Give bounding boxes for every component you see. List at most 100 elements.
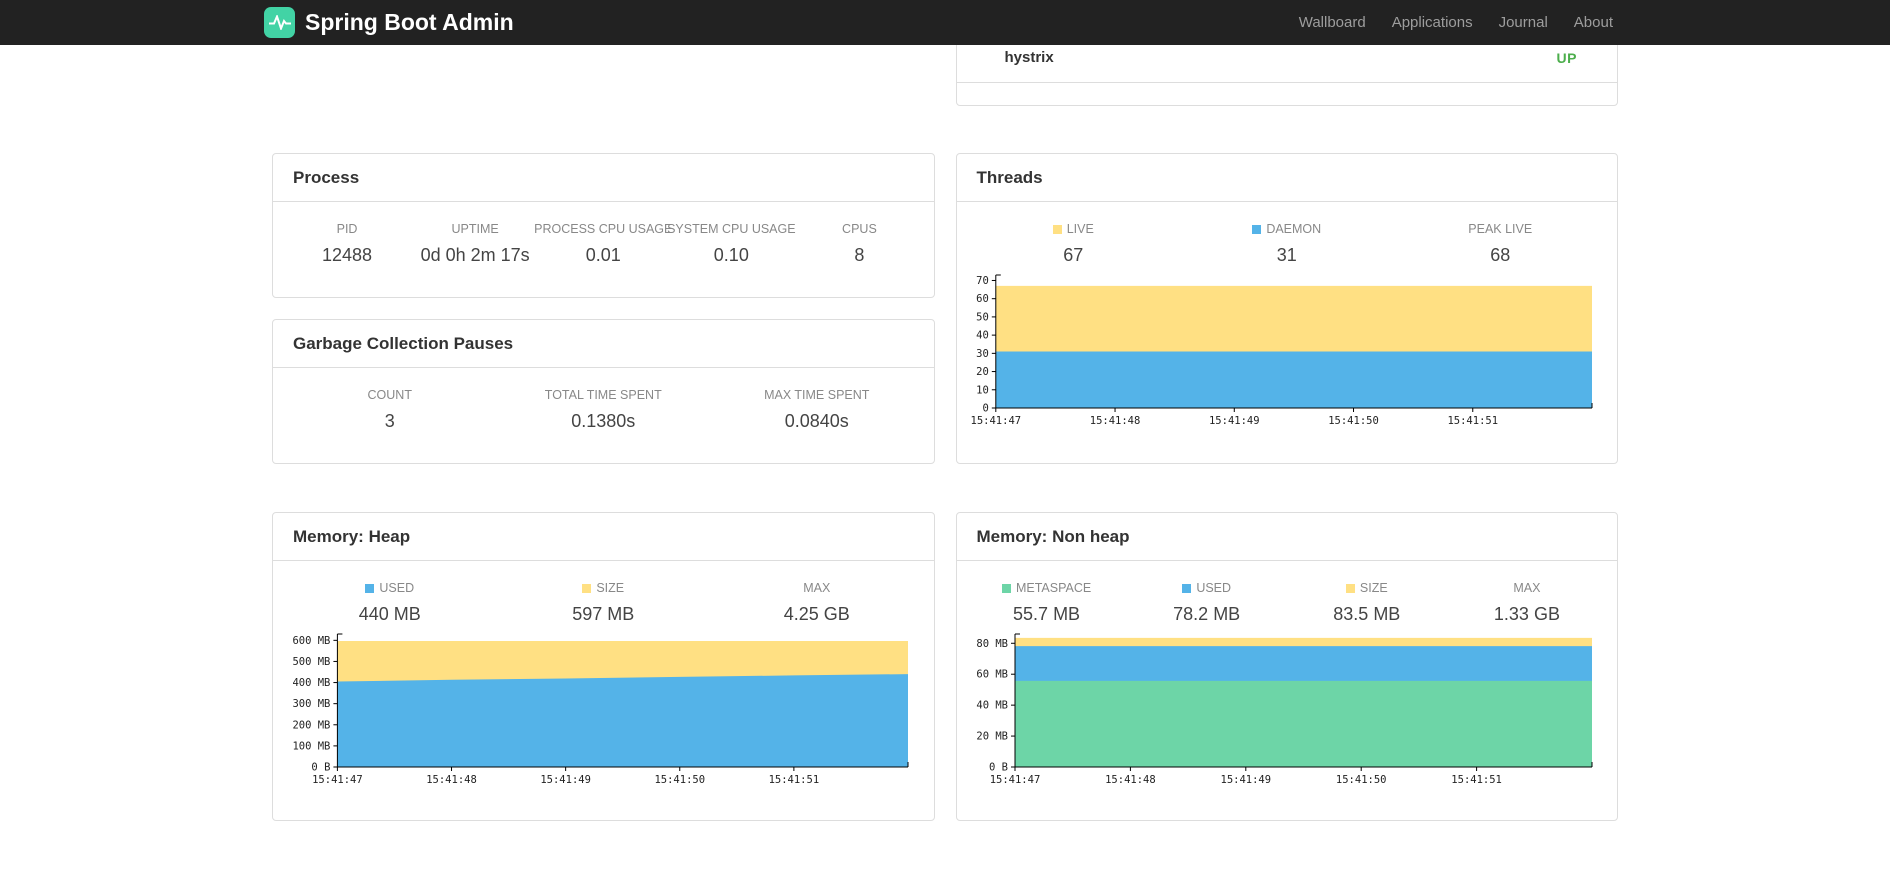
navbar-item-label[interactable]: Journal [1486, 14, 1561, 31]
navbar-item[interactable]: Journal [1486, 14, 1561, 31]
status-badge: UP [1556, 49, 1577, 66]
memory-heap-panel-title: Memory: Heap [273, 513, 934, 561]
stat-label: PEAK LIVE [1468, 222, 1533, 236]
svg-text:15:41:47: 15:41:47 [989, 774, 1040, 786]
navbar-item-label[interactable]: Applications [1379, 14, 1486, 31]
svg-text:50: 50 [976, 311, 989, 323]
legend-swatch-icon [1252, 224, 1262, 234]
stat: PROCESS CPU USAGE 0.01 [534, 222, 673, 266]
stat: COUNT 3 [283, 388, 497, 432]
svg-text:15:41:50: 15:41:50 [1335, 774, 1386, 786]
gc-pauses-panel: Garbage Collection Pauses COUNT 3 TOTAL … [272, 319, 935, 464]
stat: METASPACE 55.7 MB [967, 581, 1127, 625]
stat-label: DAEMON [1180, 222, 1394, 236]
stat-label: COUNT [367, 388, 412, 402]
legend-swatch-icon [1182, 583, 1192, 593]
stat: SYSTEM CPU USAGE 0.10 [667, 222, 796, 266]
stat: MAX 4.25 GB [710, 581, 924, 625]
svg-text:200 MB: 200 MB [292, 719, 330, 731]
stat-label: SIZE [497, 581, 711, 595]
threads-panel: Threads LIVE 67 DAEMON 31 PEAK LIVE 68 0… [955, 153, 1618, 464]
threads-panel-title: Threads [956, 154, 1617, 202]
svg-text:60 MB: 60 MB [976, 669, 1008, 681]
memory-nonheap-stats: METASPACE 55.7 MB USED 78.2 MB SIZE 83.5… [957, 561, 1618, 625]
stat-value: 68 [1490, 245, 1511, 265]
stat: LIVE 67 [967, 222, 1181, 266]
stat-label: MAX [1513, 581, 1541, 595]
navbar-item[interactable]: About [1561, 14, 1626, 31]
stat-value: 12488 [322, 245, 373, 265]
gc-panel-title: Garbage Collection Pauses [273, 320, 934, 368]
stat-label: MAX [803, 581, 831, 595]
process-panel-title: Process [273, 154, 934, 202]
svg-text:80 MB: 80 MB [976, 638, 1008, 650]
svg-text:15:41:47: 15:41:47 [971, 415, 1021, 427]
threads-chart: 0 10 20 30 40 50 60 70 15:41:47 15:41:48 15:41:49 1… [970, 270, 1606, 432]
stat: SIZE 83.5 MB [1287, 581, 1447, 625]
stat-label: SYSTEM CPU USAGE [667, 222, 796, 236]
stat: PEAK LIVE 68 [1394, 222, 1608, 266]
legend-swatch-icon [1001, 583, 1011, 593]
navbar-item[interactable]: Applications [1379, 14, 1486, 31]
stat-value: 83.5 MB [1333, 604, 1401, 624]
stat-label: METASPACE [967, 581, 1127, 595]
navbar-menu: Wallboard Applications Journal About [1286, 14, 1626, 31]
process-panel: Process PID 12488 UPTIME 0d 0h 2m 17s PR… [272, 153, 935, 298]
stat-value: 8 [854, 245, 865, 265]
stat-label: PROCESS CPU USAGE [534, 222, 673, 236]
stat-label: USED [283, 581, 497, 595]
stat-label: USED [1127, 581, 1287, 595]
svg-text:15:41:51: 15:41:51 [1451, 774, 1502, 786]
svg-text:0: 0 [982, 403, 988, 415]
stat-label: LIVE [967, 222, 1181, 236]
gc-stats: COUNT 3 TOTAL TIME SPENT 0.1380s MAX TIM… [273, 368, 934, 432]
stat-value: 1.33 GB [1493, 604, 1560, 624]
memory-heap-panel: Memory: Heap USED 440 MB SIZE 597 MB MAX… [272, 512, 935, 821]
stat-label: MAX TIME SPENT [764, 388, 870, 402]
legend-swatch-icon [582, 583, 592, 593]
stat-value: 0d 0h 2m 17s [420, 245, 530, 265]
svg-text:15:41:49: 15:41:49 [1220, 774, 1271, 786]
legend-swatch-icon [1345, 583, 1355, 593]
svg-text:20 MB: 20 MB [976, 731, 1008, 743]
stat-label: SIZE [1287, 581, 1447, 595]
svg-text:15:41:51: 15:41:51 [1447, 415, 1498, 427]
threads-stats: LIVE 67 DAEMON 31 PEAK LIVE 68 [957, 202, 1618, 266]
stat-label: CPUS [842, 222, 877, 236]
svg-text:20: 20 [976, 366, 989, 378]
stat-label: PID [336, 222, 358, 236]
svg-text:100 MB: 100 MB [292, 740, 330, 752]
navbar-item-label[interactable]: Wallboard [1286, 14, 1379, 31]
svg-text:600 MB: 600 MB [292, 635, 330, 647]
navbar-item[interactable]: Wallboard [1286, 14, 1379, 31]
svg-text:400 MB: 400 MB [292, 677, 330, 689]
svg-text:0 B: 0 B [989, 762, 1008, 774]
stat: MAX TIME SPENT 0.0840s [710, 388, 924, 432]
memory-nonheap-panel-title: Memory: Non heap [956, 513, 1617, 561]
process-stats: PID 12488 UPTIME 0d 0h 2m 17s PROCESS CP… [273, 202, 934, 266]
stat-value: 4.25 GB [783, 604, 850, 624]
navbar-item-label[interactable]: About [1561, 14, 1626, 31]
stat: SIZE 597 MB [497, 581, 711, 625]
stat: USED 440 MB [283, 581, 497, 625]
stat: PID 12488 [283, 222, 411, 266]
svg-text:15:41:48: 15:41:48 [1105, 774, 1156, 786]
memory-nonheap-panel: Memory: Non heap METASPACE 55.7 MB USED … [955, 512, 1618, 821]
svg-text:10: 10 [976, 384, 989, 396]
svg-text:300 MB: 300 MB [292, 698, 330, 710]
stat: DAEMON 31 [1180, 222, 1394, 266]
stat-value: 0.10 [713, 245, 749, 265]
svg-text:500 MB: 500 MB [292, 656, 330, 668]
right-column: hystrix UP Threads LIVE 67 DAEMON 31 PEA… [955, 31, 1618, 821]
legend-swatch-icon [365, 583, 375, 593]
brand-link[interactable]: Spring Boot Admin [264, 7, 514, 38]
brand-title: Spring Boot Admin [305, 9, 514, 35]
navbar: Spring Boot Admin Wallboard Applications… [0, 0, 1890, 45]
page-content: Process PID 12488 UPTIME 0d 0h 2m 17s PR… [0, 0, 1890, 821]
svg-text:60: 60 [976, 293, 989, 305]
stat-value: 78.2 MB [1173, 604, 1241, 624]
svg-text:15:41:50: 15:41:50 [654, 774, 705, 786]
memory-heap-chart: 0 B 100 MB 200 MB 300 MB 400 MB 500 MB 600 MB 1… [287, 629, 922, 791]
stat-value: 55.7 MB [1013, 604, 1081, 624]
stat: CPUS 8 [795, 222, 923, 266]
